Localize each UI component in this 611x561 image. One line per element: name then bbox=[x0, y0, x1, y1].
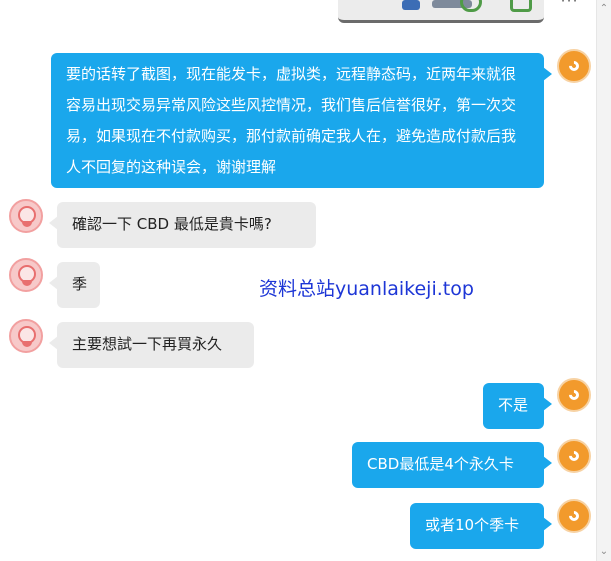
message-text: 確認一下 CBD 最低是貴卡嗎? bbox=[72, 215, 272, 233]
message-bubble-incoming[interactable]: 確認一下 CBD 最低是貴卡嗎? bbox=[49, 202, 316, 248]
more-icon[interactable]: ⋯ bbox=[560, 0, 578, 11]
chat-area: ⋯ 要的话转了截图，现在能发卡，虚拟类，远程静态码，近两年来就很容易出现交易异常… bbox=[0, 0, 591, 561]
avatar[interactable] bbox=[557, 499, 591, 533]
message-text: CBD最低是4个永久卡 bbox=[367, 455, 514, 473]
document-icon[interactable] bbox=[510, 0, 532, 12]
top-toolbar: ⋯ bbox=[452, 0, 582, 14]
avatar[interactable] bbox=[9, 258, 43, 292]
message-bubble-outgoing[interactable]: 或者10个季卡 bbox=[410, 503, 552, 549]
message-text: 不是 bbox=[498, 396, 529, 414]
message-text: 主要想試一下再買永久 bbox=[72, 335, 223, 353]
scroll-down-icon[interactable]: ⌄ bbox=[597, 545, 611, 559]
avatar[interactable] bbox=[557, 439, 591, 473]
message-bubble-incoming[interactable]: 季 bbox=[49, 262, 100, 308]
avatar[interactable] bbox=[9, 199, 43, 233]
message-bubble-outgoing[interactable]: 不是 bbox=[483, 383, 552, 429]
scrollbar[interactable]: ⌃ ⌄ bbox=[596, 0, 611, 561]
message-bubble-incoming[interactable]: 主要想試一下再買永久 bbox=[49, 322, 254, 368]
avatar[interactable] bbox=[557, 378, 591, 412]
message-text: 季 bbox=[72, 275, 88, 293]
avatar[interactable] bbox=[557, 49, 591, 83]
avatar[interactable] bbox=[9, 319, 43, 353]
image-preview-mark bbox=[402, 0, 420, 10]
watermark-text: 资料总站yuanlaikeji.top bbox=[259, 278, 474, 300]
message-bubble-outgoing[interactable]: 要的话转了截图，现在能发卡，虚拟类，远程静态码，近两年来就很容易出现交易异常风险… bbox=[51, 53, 552, 188]
phone-icon[interactable] bbox=[460, 0, 482, 12]
scroll-up-icon[interactable]: ⌃ bbox=[597, 2, 611, 16]
message-text: 要的话转了截图，现在能发卡，虚拟类，远程静态码，近两年来就很容易出现交易异常风险… bbox=[66, 65, 517, 176]
message-text: 或者10个季卡 bbox=[425, 516, 520, 534]
message-bubble-outgoing[interactable]: CBD最低是4个永久卡 bbox=[352, 442, 552, 488]
